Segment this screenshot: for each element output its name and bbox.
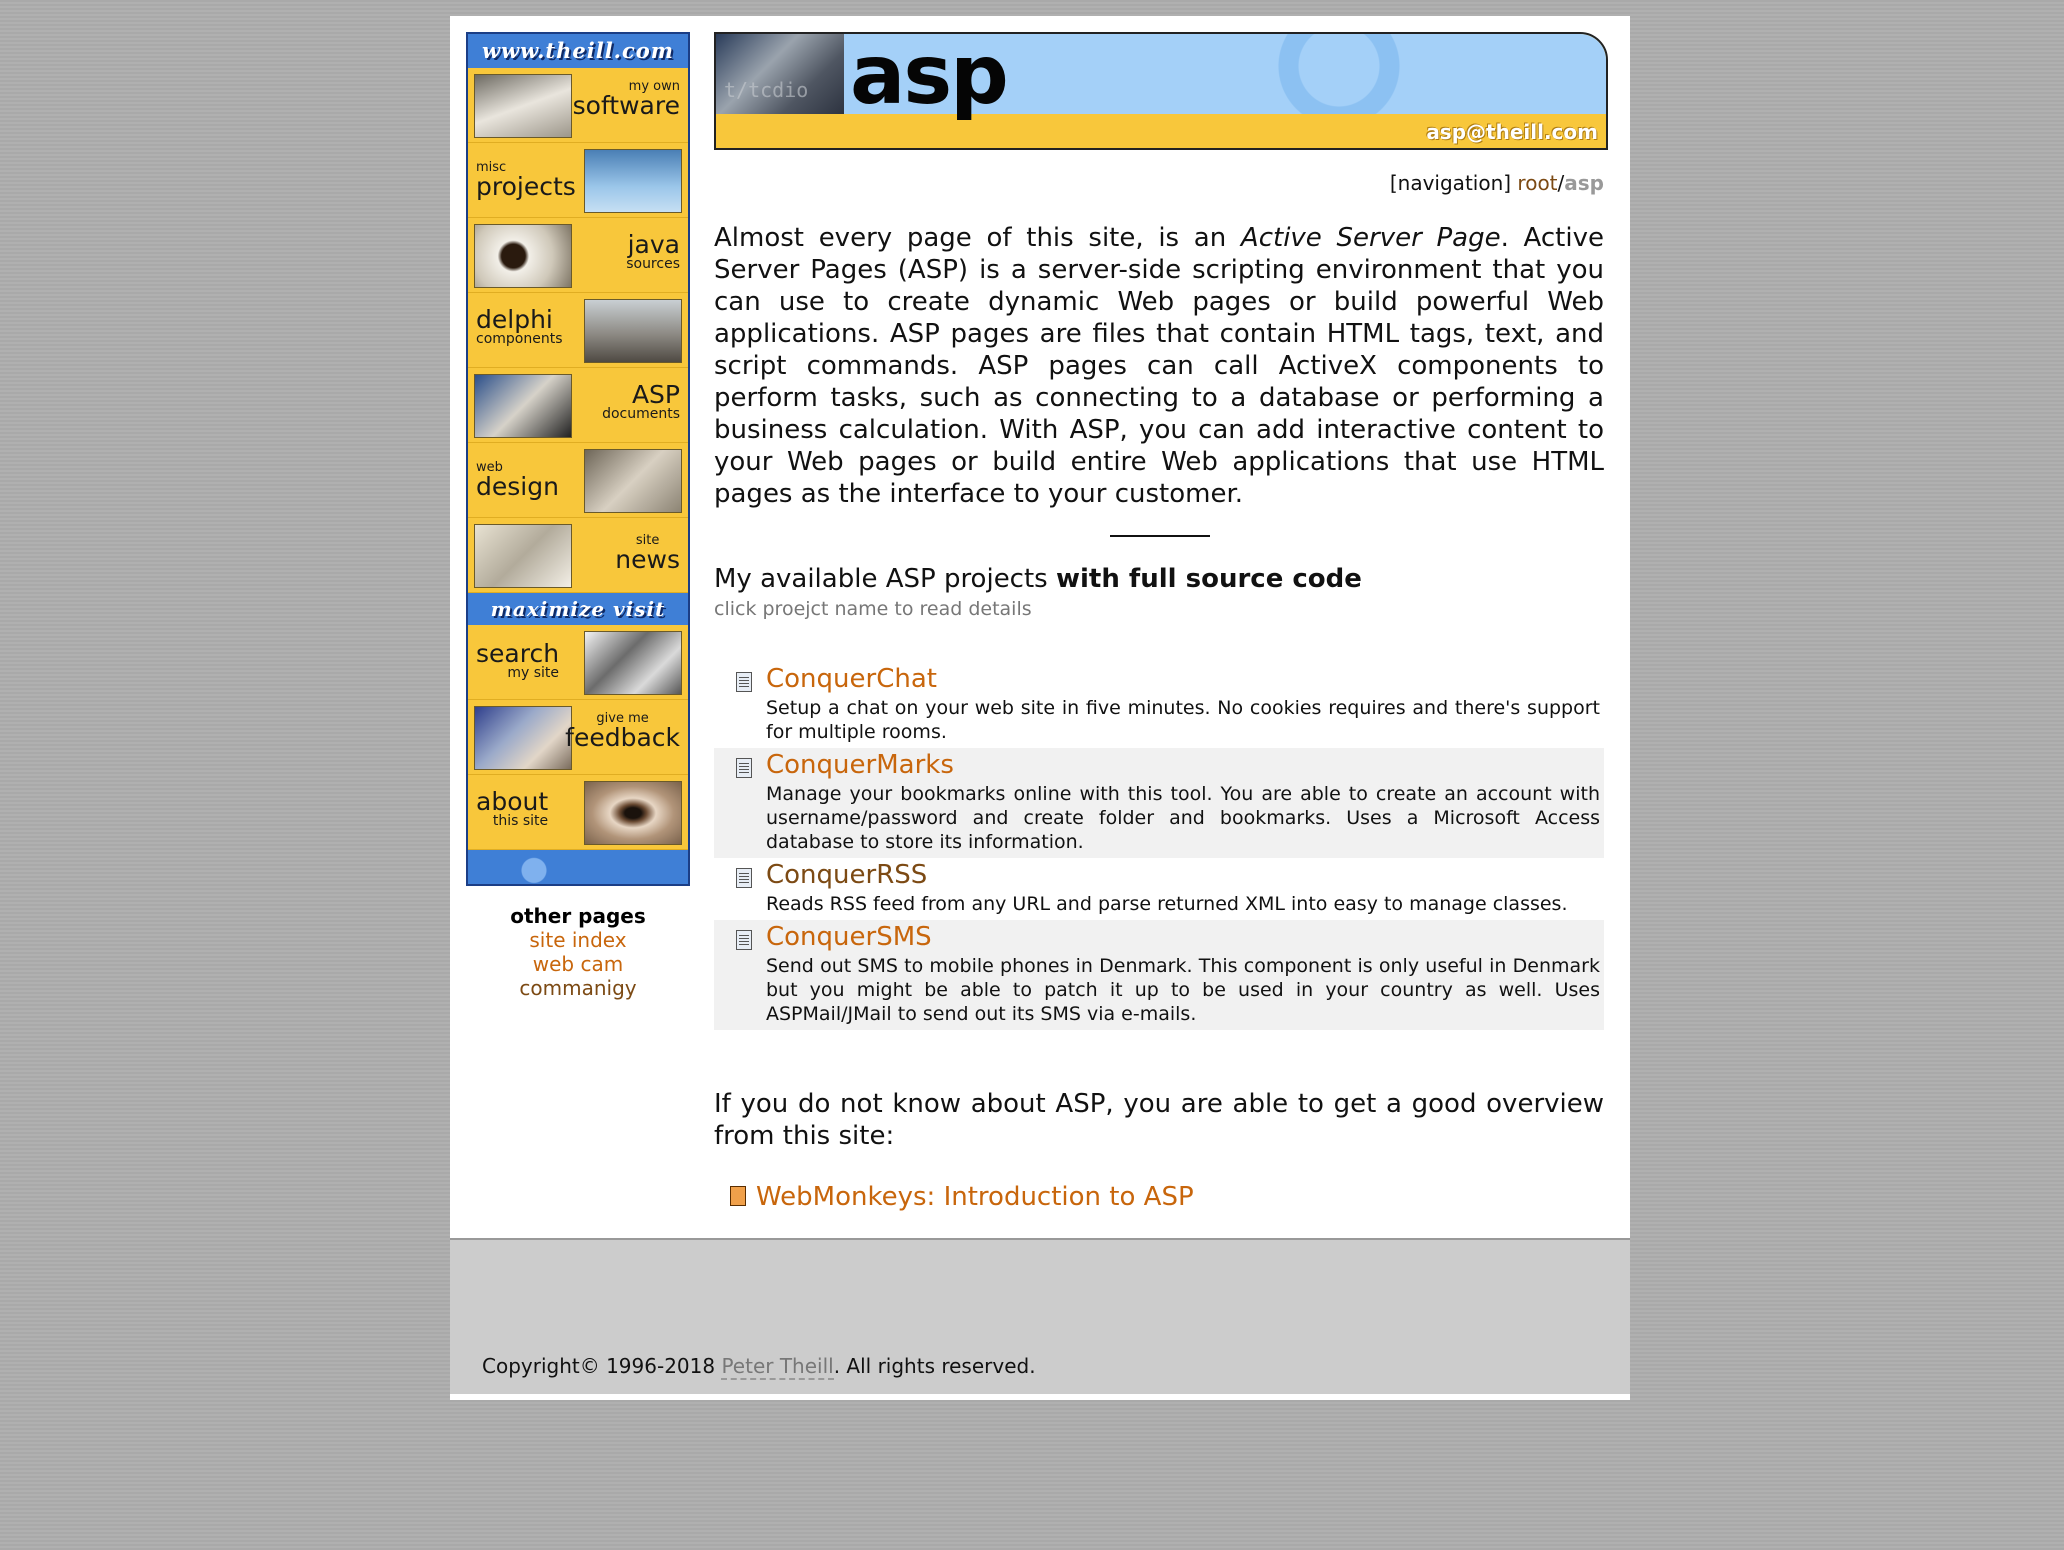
intro-paragraph: Almost every page of this site, is an Ac…	[714, 222, 1604, 510]
document-icon	[736, 930, 752, 950]
project-description: Manage your bookmarks online with this t…	[766, 783, 1600, 853]
project-description: Reads RSS feed from any URL and parse re…	[766, 893, 1568, 915]
contact-email[interactable]: asp@theill.com	[1426, 120, 1598, 144]
intro-emphasis: Active Server Page	[1240, 223, 1501, 253]
projects-heading-bold: with full source code	[1056, 564, 1362, 594]
coffee-cup-thumbnail	[474, 224, 572, 288]
project-link-conquersms[interactable]: ConquerSMS	[766, 920, 1600, 954]
nav-software[interactable]: my own software	[468, 68, 688, 143]
section-divider	[1110, 535, 1210, 537]
document-icon	[736, 672, 752, 692]
nav-sub-label: components	[476, 331, 563, 347]
site-index-link[interactable]: site index	[466, 928, 690, 952]
nav-label: projects	[476, 172, 576, 201]
eye-thumbnail	[584, 781, 682, 845]
project-item: ConquerRSS Reads RSS feed from any URL a…	[714, 858, 1604, 920]
software-thumbnail	[474, 74, 572, 138]
pen-thumbnail	[474, 374, 572, 438]
page-container: www.theill.com my own software misc proj…	[450, 16, 1630, 1400]
project-item: ConquerSMS Send out SMS to mobile phones…	[714, 920, 1604, 1030]
nav-label: feedback	[565, 723, 680, 752]
projects-heading: My available ASP projects with full sour…	[714, 564, 1362, 594]
webmonkeys-link[interactable]: WebMonkeys: Introduction to ASP	[730, 1182, 1194, 1212]
site-brand-banner[interactable]: www.theill.com	[466, 32, 690, 68]
maximize-visit-banner: maximize visit	[466, 593, 690, 625]
project-link-conquerchat[interactable]: ConquerChat	[766, 662, 1600, 696]
projects-hint: click proejct name to read details	[714, 598, 1032, 620]
document-icon	[736, 758, 752, 778]
nav-about[interactable]: about this site	[468, 775, 688, 850]
nav-web-design[interactable]: web design	[468, 443, 688, 518]
nav-label: delphi	[476, 305, 553, 334]
dome-thumbnail	[584, 631, 682, 695]
author-link[interactable]: Peter Theill	[721, 1354, 834, 1380]
sidebar: www.theill.com my own software misc proj…	[466, 32, 690, 886]
secondary-nav: search my site give me feedback about th…	[466, 625, 690, 850]
nav-label: design	[476, 472, 559, 501]
web-cam-link[interactable]: web cam	[466, 952, 690, 976]
ruins-thumbnail	[584, 299, 682, 363]
main-nav: my own software misc projects java sourc…	[466, 68, 690, 593]
nav-sub-label: sources	[626, 256, 680, 272]
breadcrumb-current: asp	[1564, 171, 1604, 195]
nav-label: news	[615, 545, 680, 574]
breadcrumb: [navigation] root/asp	[1390, 171, 1604, 195]
overview-paragraph: If you do not know about ASP, you are ab…	[714, 1089, 1604, 1151]
nav-site-news[interactable]: site news	[468, 518, 688, 593]
project-item: ConquerMarks Manage your bookmarks onlin…	[714, 748, 1604, 858]
document-icon	[730, 1186, 746, 1206]
nav-java-sources[interactable]: java sources	[468, 218, 688, 293]
copyright: Copyright© 1996-2018 Peter Theill. All r…	[482, 1354, 1036, 1380]
page-title: asp	[850, 32, 1009, 123]
nav-sub-label: my site	[507, 665, 560, 681]
other-pages-heading: other pages	[510, 904, 646, 928]
nav-projects[interactable]: misc projects	[468, 143, 688, 218]
nav-feedback[interactable]: give me feedback	[468, 700, 688, 775]
newspaper-thumbnail	[474, 524, 572, 588]
page-header-banner: t/tcdio asp asp@theill.com	[714, 32, 1608, 150]
project-item: ConquerChat Setup a chat on your web sit…	[714, 662, 1604, 748]
nav-label: about	[476, 787, 549, 816]
nav-sub-label: this site	[492, 813, 549, 829]
nav-label: software	[572, 91, 680, 120]
project-link-conquermarks[interactable]: ConquerMarks	[766, 748, 1600, 782]
projects-list: ConquerChat Setup a chat on your web sit…	[714, 662, 1604, 1030]
nav-search[interactable]: search my site	[468, 625, 688, 700]
copyright-suffix: . All rights reserved.	[833, 1354, 1036, 1378]
copyright-prefix: Copyright© 1996-2018	[482, 1354, 722, 1378]
other-pages: other pages site index web cam commanigy	[466, 904, 690, 1000]
nav-label: search	[476, 639, 560, 668]
nav-sub-label: documents	[602, 406, 680, 422]
project-description: Setup a chat on your web site in five mi…	[766, 697, 1600, 743]
hand-thumbnail	[584, 449, 682, 513]
nav-label: java	[627, 230, 680, 259]
pen-photo: t/tcdio	[716, 34, 844, 114]
webmonkeys-link-label: WebMonkeys: Introduction to ASP	[756, 1182, 1194, 1212]
project-description: Send out SMS to mobile phones in Denmark…	[766, 955, 1600, 1025]
page-footer: Copyright© 1996-2018 Peter Theill. All r…	[450, 1238, 1630, 1394]
breadcrumb-prefix: [navigation]	[1389, 171, 1512, 195]
nav-label: ASP	[631, 380, 680, 409]
intro-text-2: . Active Server Pages (ASP) is a server-…	[714, 223, 1604, 509]
commanigy-link[interactable]: commanigy	[466, 976, 690, 1000]
nav-asp-documents[interactable]: ASP documents	[468, 368, 688, 443]
project-link-conquerrss[interactable]: ConquerRSS	[766, 858, 1600, 892]
photo-overlay-text: t/tcdio	[724, 78, 809, 102]
projects-heading-text: My available ASP projects	[714, 564, 1056, 594]
windmills-thumbnail	[584, 149, 682, 213]
nav-delphi-components[interactable]: delphi components	[468, 293, 688, 368]
phone-thumbnail	[474, 706, 572, 770]
document-icon	[736, 868, 752, 888]
breadcrumb-root-link[interactable]: root	[1517, 171, 1557, 195]
nav-footer-decoration	[466, 850, 690, 886]
intro-text-1: Almost every page of this site, is an	[714, 223, 1241, 253]
